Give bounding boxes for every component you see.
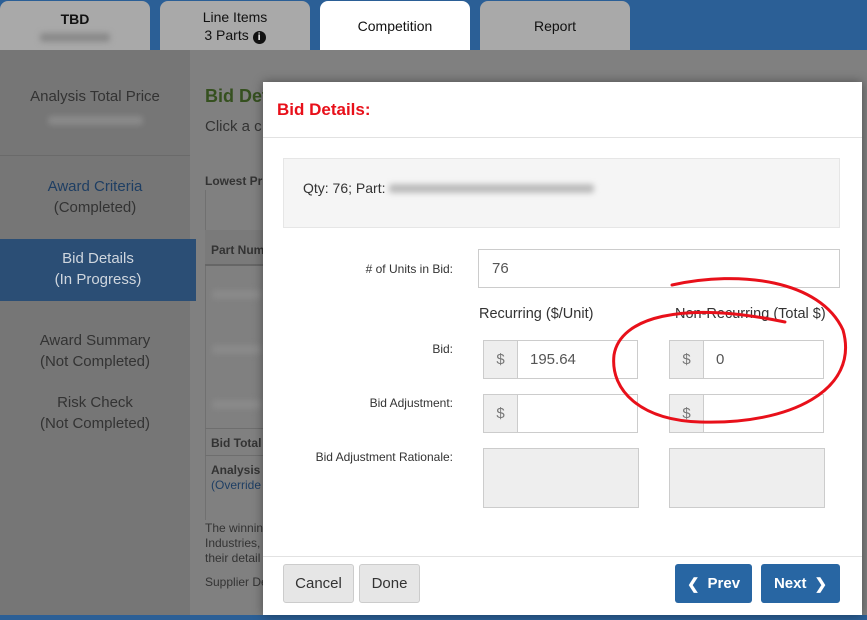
red-annotation-circle — [612, 277, 847, 424]
